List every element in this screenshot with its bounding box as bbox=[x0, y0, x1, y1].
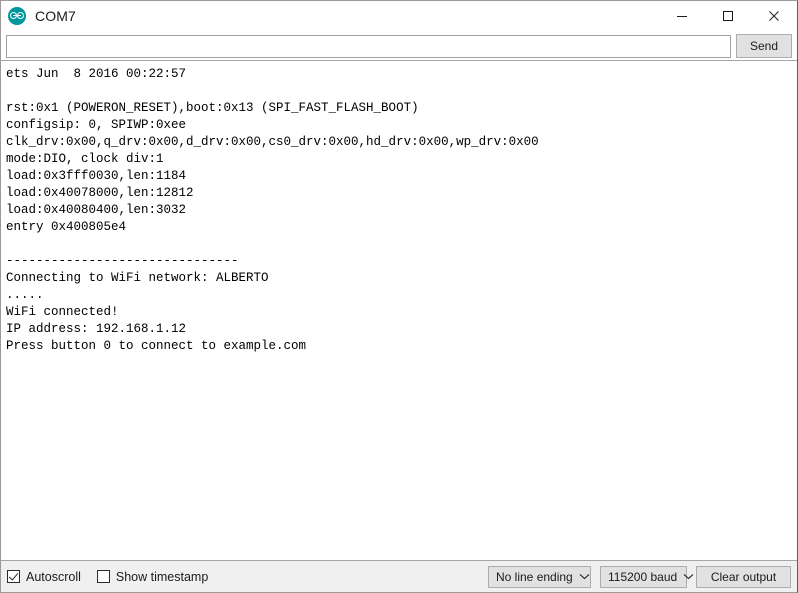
maximize-button[interactable] bbox=[705, 1, 751, 31]
console-line: Press button 0 to connect to example.com bbox=[6, 339, 307, 353]
show-timestamp-checkbox-box[interactable] bbox=[96, 570, 110, 583]
console-line: ets Jun 8 2016 00:22:57 bbox=[6, 67, 187, 81]
close-button[interactable] bbox=[751, 1, 797, 31]
console-line: clk_drv:0x00,q_drv:0x00,d_drv:0x00,cs0_d… bbox=[6, 135, 539, 149]
console-line: Connecting to WiFi network: ALBERTO bbox=[6, 271, 269, 285]
console-log: ets Jun 8 2016 00:22:57 rst:0x1 (POWERON… bbox=[1, 61, 797, 560]
console-line: rst:0x1 (POWERON_RESET),boot:0x13 (SPI_F… bbox=[6, 101, 419, 115]
maximize-icon bbox=[722, 10, 734, 22]
console-line: entry 0x400805e4 bbox=[6, 220, 127, 234]
line-ending-value: No line ending bbox=[496, 569, 573, 584]
send-input[interactable] bbox=[6, 34, 731, 58]
send-row: Send bbox=[1, 32, 797, 60]
minimize-icon bbox=[676, 10, 688, 22]
window-controls bbox=[659, 1, 797, 31]
baud-rate-select[interactable]: 115200 baud bbox=[600, 565, 694, 588]
line-ending-select[interactable]: No line ending bbox=[488, 565, 591, 588]
autoscroll-checkbox[interactable]: Autoscroll bbox=[7, 570, 81, 584]
autoscroll-label: Autoscroll bbox=[26, 569, 81, 584]
console-output-area[interactable]: ets Jun 8 2016 00:22:57 rst:0x1 (POWERON… bbox=[1, 60, 797, 561]
console-line: IP address: 192.168.1.12 bbox=[6, 322, 187, 336]
status-bar-controls: No line ending 115200 baud Clear output bbox=[488, 565, 791, 588]
checkbox-group: Autoscroll Show timestamp bbox=[7, 570, 208, 584]
show-timestamp-checkbox[interactable]: Show timestamp bbox=[96, 569, 209, 584]
console-line: load:0x40078000,len:12812 bbox=[6, 186, 194, 200]
title-bar: COM7 bbox=[1, 1, 797, 32]
baud-rate-value: 115200 baud bbox=[608, 569, 678, 584]
window-title: COM7 bbox=[35, 8, 76, 24]
close-icon bbox=[768, 10, 780, 22]
minimize-button[interactable] bbox=[659, 1, 705, 31]
console-line: mode:DIO, clock div:1 bbox=[6, 152, 164, 166]
clear-output-button[interactable]: Clear output bbox=[696, 565, 791, 588]
send-button[interactable]: Send bbox=[736, 34, 792, 58]
show-timestamp-label: Show timestamp bbox=[115, 569, 209, 584]
console-line: load:0x3fff0030,len:1184 bbox=[6, 169, 187, 183]
chevron-down-icon bbox=[677, 573, 694, 580]
arduino-logo-icon bbox=[8, 7, 26, 25]
console-line: ..... bbox=[6, 288, 44, 302]
console-line: WiFi connected! bbox=[6, 305, 119, 319]
console-line: load:0x40080400,len:3032 bbox=[6, 203, 187, 217]
status-bar: Autoscroll Show timestamp No line ending… bbox=[1, 561, 797, 592]
chevron-down-icon bbox=[573, 573, 590, 580]
autoscroll-checkbox-box[interactable] bbox=[7, 570, 20, 583]
serial-monitor-window: COM7 Send ets Jun 8 2016 00:22:57 rst:0x… bbox=[0, 0, 798, 593]
console-line: configsip: 0, SPIWP:0xee bbox=[6, 118, 187, 132]
console-line: ------------------------------- bbox=[6, 254, 239, 268]
